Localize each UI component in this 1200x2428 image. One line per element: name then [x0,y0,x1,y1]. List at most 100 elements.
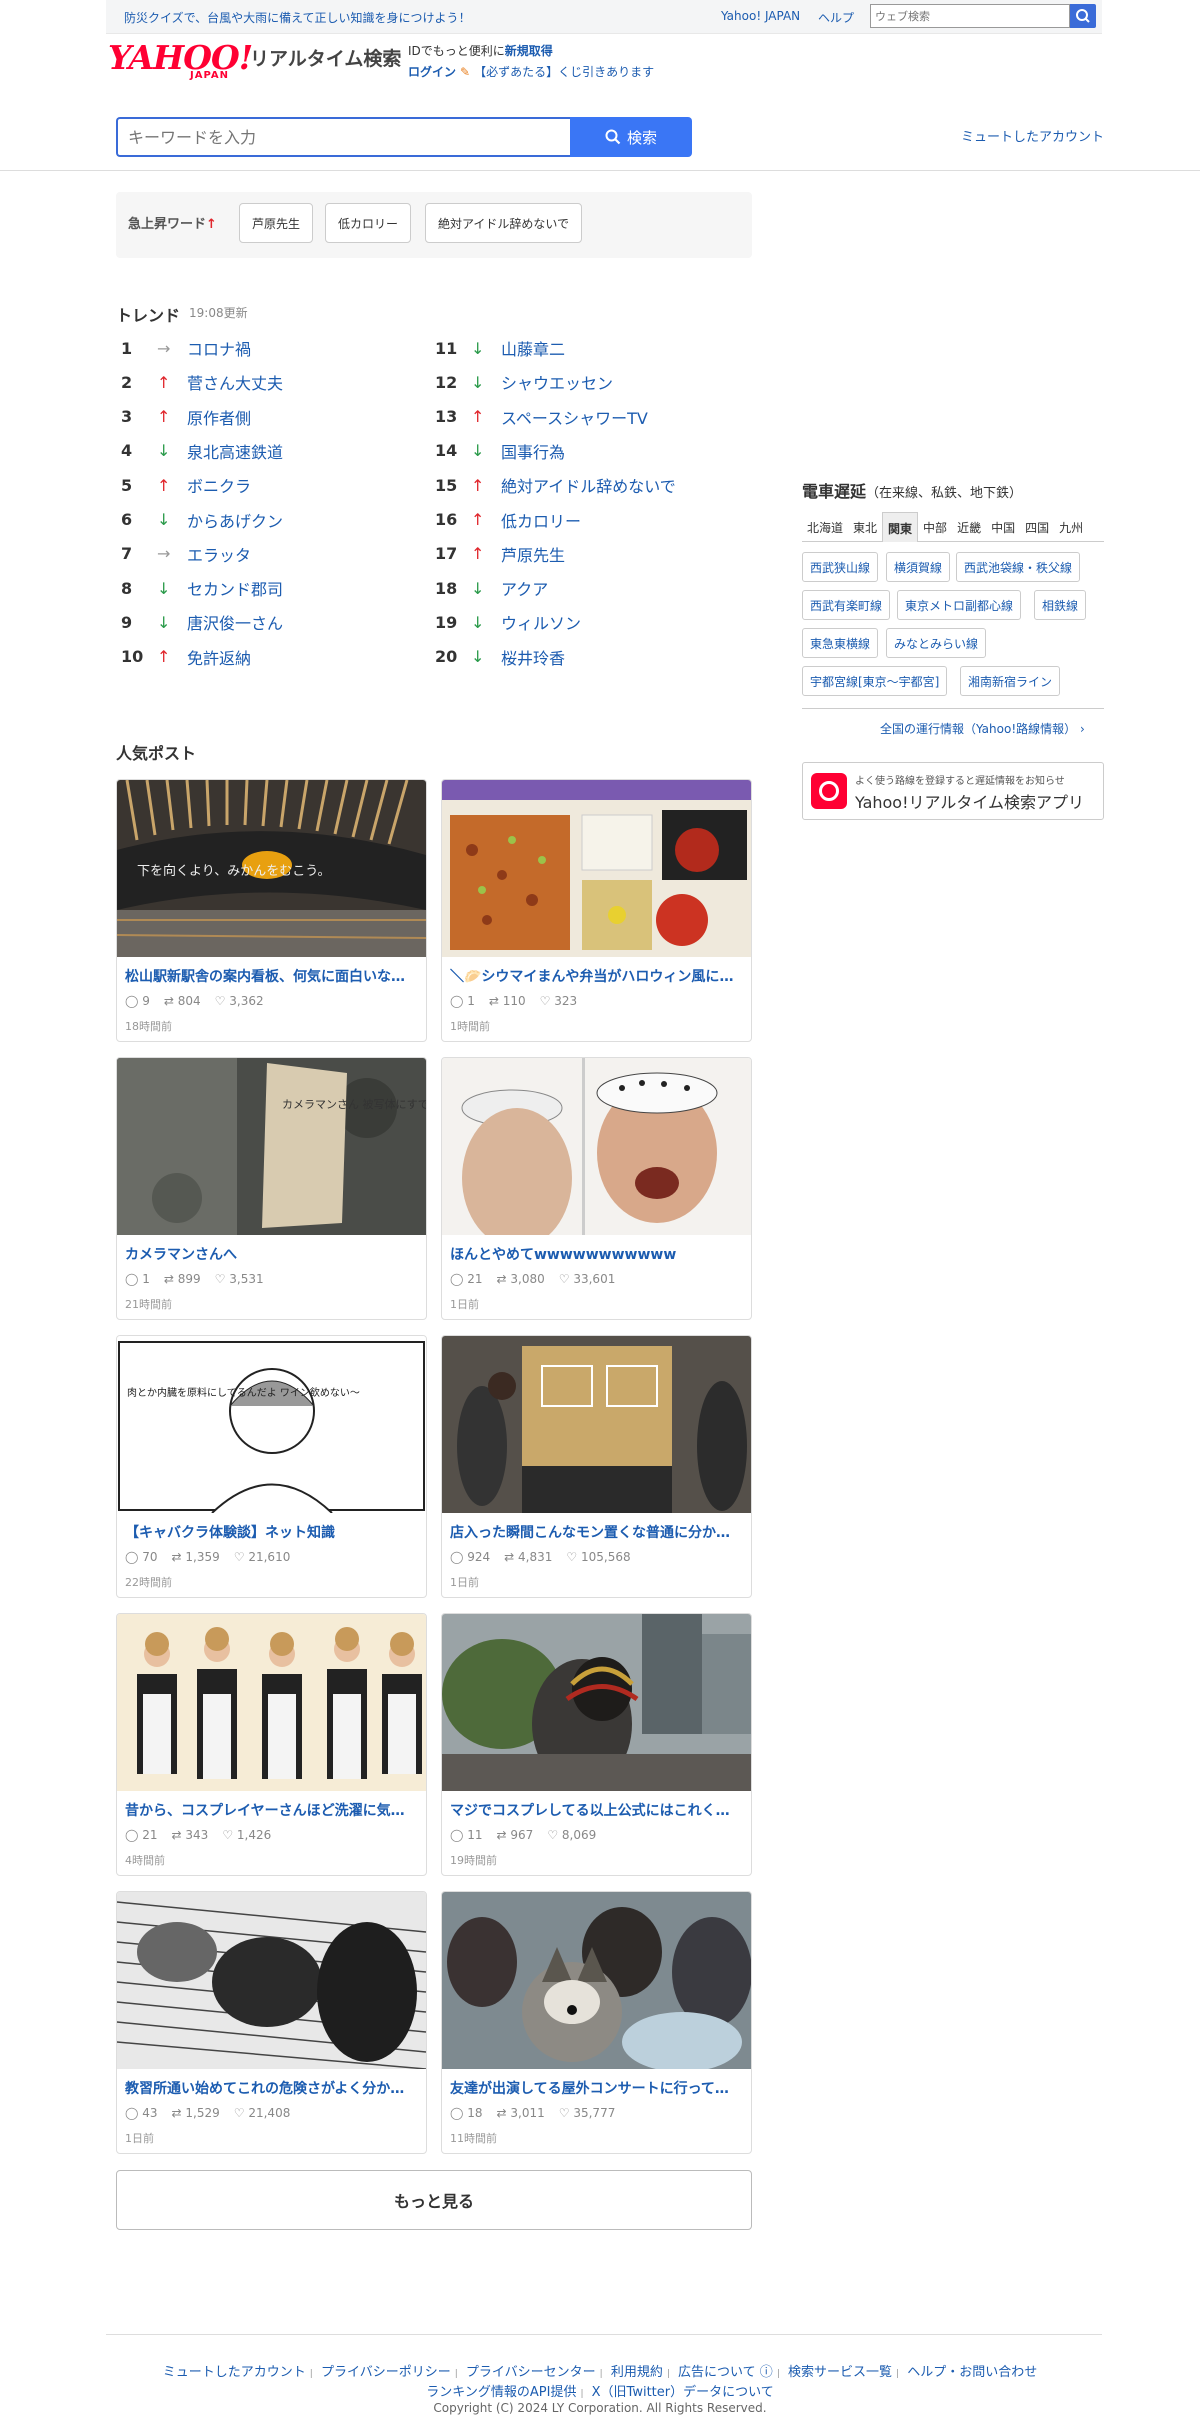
load-more-button[interactable]: もっと見る [116,2170,752,2230]
train-line-link[interactable]: 相鉄線 [1034,590,1087,620]
trend-item[interactable]: 15 ↑ 絶対アイドル辞めないで [435,468,676,502]
tab-region[interactable]: 東北 [848,512,882,542]
tab-region[interactable]: 九州 [1054,512,1088,542]
web-search-input[interactable] [870,4,1070,28]
trend-keyword[interactable]: コロナ禍 [187,336,251,360]
tab-region[interactable]: 四国 [1020,512,1054,542]
repost-count[interactable]: ⇄ 110 [489,994,526,1008]
trend-item[interactable]: 10 ↑ 免許返納 [121,640,251,674]
keyword-search-input[interactable] [116,117,570,157]
trend-item[interactable]: 19 ↓ ウィルソン [435,605,581,639]
repost-count[interactable]: ⇄ 3,080 [497,1272,545,1286]
post-title[interactable]: 昔から、コスプレイヤーさんほど洗濯に気… [125,1800,420,1820]
like-count[interactable]: ♡ 21,408 [234,2106,291,2120]
like-count[interactable]: ♡ 3,531 [215,1272,264,1286]
trend-keyword[interactable]: ウィルソン [501,610,581,634]
post-card[interactable]: ＼🥟シウマイまんや弁当がハロウィン風に仮… ◯ 1 ⇄ 110 ♡ 323 1時… [441,779,752,1042]
reply-count[interactable]: ◯ 1 [450,994,475,1008]
rising-word-chip[interactable]: 芦原先生 [239,203,314,243]
reply-count[interactable]: ◯ 18 [450,2106,483,2120]
rising-word-chip[interactable]: 絶対アイドル辞めないで [425,203,583,243]
repost-count[interactable]: ⇄ 343 [172,1828,209,1842]
trend-item[interactable]: 2 ↑ 菅さん大丈夫 [121,365,283,399]
post-title[interactable]: カメラマンさんへ [125,1244,420,1264]
footer-link[interactable]: ランキング情報のAPI提供 [426,2385,576,2400]
footer-link[interactable]: プライバシーポリシー [321,2365,451,2380]
post-title[interactable]: 松山駅新駅舎の案内看板、何気に面白いな… [125,966,420,986]
reply-count[interactable]: ◯ 924 [450,1550,490,1564]
repost-count[interactable]: ⇄ 967 [497,1828,534,1842]
reply-count[interactable]: ◯ 11 [450,1828,483,1842]
like-count[interactable]: ♡ 35,777 [559,2106,616,2120]
tab-region-active[interactable]: 関東 [882,512,919,542]
like-count[interactable]: ♡ 21,610 [234,1550,291,1564]
train-line-link[interactable]: 西武有楽町線 [802,590,891,620]
trend-keyword[interactable]: 山藤章二 [501,336,565,360]
trend-keyword[interactable]: スペースシャワーTV [501,405,648,429]
post-card[interactable]: マジでコスプレしてる以上公式にはこれく… ◯ 11 ⇄ 967 ♡ 8,069 … [441,1613,752,1876]
train-line-link[interactable]: 東急東横線 [802,628,879,658]
yahoo-logo[interactable]: YAHOO! JAPAN [108,38,253,81]
trend-keyword[interactable]: エラッタ [187,542,251,566]
train-line-link[interactable]: 宇都宮線[東京〜宇都宮] [802,666,948,696]
trend-item[interactable]: 6 ↓ からあげクン [121,503,283,537]
post-card[interactable]: 教習所通い始めてこれの危険さがよく分か… ◯ 43 ⇄ 1,529 ♡ 21,4… [116,1891,427,2154]
post-title[interactable]: 【キャバクラ体験談】ネット知識 [125,1522,420,1542]
reply-count[interactable]: ◯ 1 [125,1272,150,1286]
train-line-link[interactable]: みなとみらい線 [886,628,987,658]
train-line-link[interactable]: 東京メトロ副都心線 [897,590,1022,620]
trend-keyword[interactable]: 唐沢俊一さん [187,610,283,634]
trend-item[interactable]: 7 → エラッタ [121,537,251,571]
post-card[interactable]: 肉とか内臓を原料にしてるんだよ ワイン飲めない〜 【キャバクラ体験談】ネット知識… [116,1335,427,1598]
help-link[interactable]: ヘルプ [818,9,854,26]
like-count[interactable]: ♡ 1,426 [222,1828,271,1842]
trend-item[interactable]: 18 ↓ アクア [435,571,548,605]
trend-keyword[interactable]: 国事行為 [501,439,565,463]
repost-count[interactable]: ⇄ 1,529 [172,2106,220,2120]
repost-count[interactable]: ⇄ 3,011 [497,2106,545,2120]
trend-keyword[interactable]: 低カロリー [501,508,581,532]
disaster-quiz-link[interactable]: 防災クイズで、台風や大雨に備えて正しい知識を身につけよう！ [124,9,471,26]
repost-count[interactable]: ⇄ 1,359 [172,1550,220,1564]
trend-item[interactable]: 16 ↑ 低カロリー [435,503,581,537]
footer-link[interactable]: X（旧Twitter）データについて [592,2385,774,2400]
post-card[interactable]: 友達が出演してる屋外コンサートに行って… ◯ 18 ⇄ 3,011 ♡ 35,7… [441,1891,752,2154]
train-line-link[interactable]: 湘南新宿ライン [960,666,1061,696]
yahoo-japan-link[interactable]: Yahoo! JAPAN [721,9,800,23]
footer-link[interactable]: ヘルプ・お問い合わせ [907,2365,1037,2380]
trend-keyword[interactable]: 原作者側 [187,405,251,429]
trend-item[interactable]: 17 ↑ 芦原先生 [435,537,565,571]
footer-link[interactable]: 利用規約 [611,2365,663,2380]
like-count[interactable]: ♡ 323 [540,994,577,1008]
footer-link[interactable]: 広告について [678,2365,756,2380]
trend-keyword[interactable]: セカンド郡司 [187,576,283,600]
nationwide-train-info-link[interactable]: 全国の運行情報（Yahoo!路線情報） › [880,720,1085,737]
service-title[interactable]: リアルタイム検索 [250,44,401,71]
footer-link[interactable]: プライバシーセンター [466,2365,596,2380]
tab-region[interactable]: 北海道 [802,512,848,542]
web-search-button[interactable] [1070,4,1096,28]
repost-count[interactable]: ⇄ 804 [164,994,201,1008]
trend-keyword[interactable]: からあげクン [187,508,283,532]
app-banner[interactable]: よく使う路線を登録すると遅延情報をお知らせ Yahoo!リアルタイム検索アプリ [802,762,1104,820]
trend-item[interactable]: 3 ↑ 原作者側 [121,400,251,434]
trend-keyword[interactable]: 桜井玲香 [501,645,565,669]
post-card[interactable]: 昔から、コスプレイヤーさんほど洗濯に気… ◯ 21 ⇄ 343 ♡ 1,426 … [116,1613,427,1876]
tab-region[interactable]: 近畿 [952,512,986,542]
like-count[interactable]: ♡ 3,362 [215,994,264,1008]
post-title[interactable]: マジでコスプレしてる以上公式にはこれく… [450,1800,745,1820]
repost-count[interactable]: ⇄ 4,831 [504,1550,552,1564]
rising-word-chip[interactable]: 低カロリー [325,203,412,243]
reply-count[interactable]: ◯ 21 [450,1272,483,1286]
footer-link[interactable]: ミュートしたアカウント [163,2365,306,2380]
trend-item[interactable]: 14 ↓ 国事行為 [435,434,565,468]
trend-keyword[interactable]: シャウエッセン [501,370,613,394]
trend-keyword[interactable]: 菅さん大丈夫 [187,370,283,394]
reply-count[interactable]: ◯ 43 [125,2106,158,2120]
reply-count[interactable]: ◯ 21 [125,1828,158,1842]
trend-item[interactable]: 4 ↓ 泉北高速鉄道 [121,434,283,468]
tab-region[interactable]: 中部 [918,512,952,542]
footer-link[interactable]: 検索サービス一覧 [788,2365,892,2380]
like-count[interactable]: ♡ 8,069 [547,1828,596,1842]
trend-item[interactable]: 1 → コロナ禍 [121,331,251,365]
